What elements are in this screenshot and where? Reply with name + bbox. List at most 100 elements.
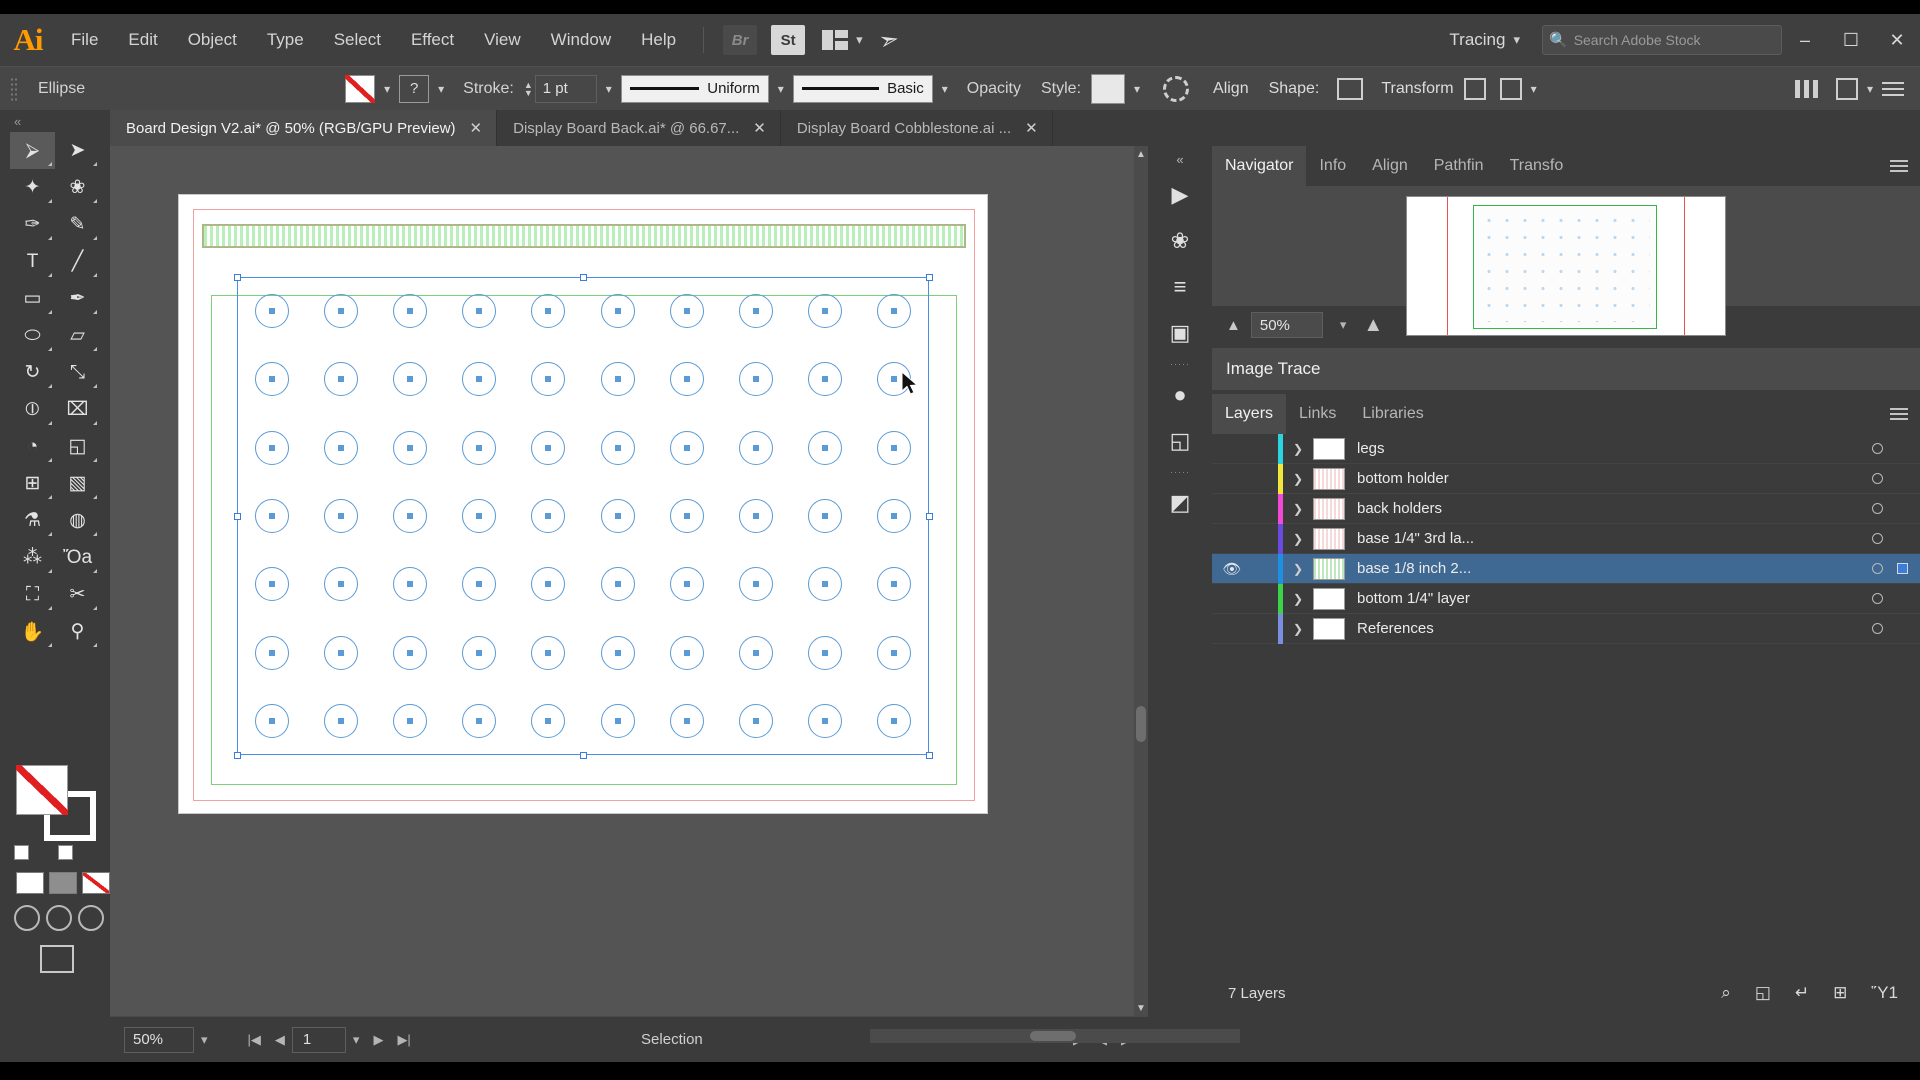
circle-shape[interactable] — [808, 430, 843, 465]
artboard[interactable] — [178, 194, 988, 814]
paintbrush-tool[interactable]: ✒ — [55, 280, 100, 317]
horizontal-scrollbar[interactable] — [870, 1029, 1240, 1043]
chevron-down-icon[interactable]: ▾ — [375, 75, 399, 103]
workspace-switcher[interactable]: Tracing ▾ — [1449, 30, 1520, 50]
circle-shape[interactable] — [254, 499, 289, 533]
circle-shape[interactable] — [393, 567, 427, 602]
navigator-zoom-input[interactable]: 50% — [1250, 312, 1323, 338]
circle-shape[interactable] — [877, 635, 912, 670]
chevron-right-icon[interactable]: ❯ — [1283, 502, 1313, 516]
previous-artboard-icon[interactable]: ◀ — [268, 1032, 292, 1048]
circle-shape[interactable] — [531, 294, 566, 329]
circle-shape[interactable] — [877, 294, 912, 329]
zoom-out-icon[interactable]: ▲ — [1226, 317, 1241, 334]
circle-shape[interactable] — [600, 567, 635, 602]
color-mode[interactable] — [16, 872, 44, 894]
fill-color-swatch[interactable] — [345, 74, 376, 103]
gradient-tool[interactable]: ▧ — [55, 465, 100, 502]
circle-shape[interactable] — [323, 294, 358, 329]
circle-shape[interactable] — [669, 430, 704, 465]
target-indicator-icon[interactable] — [1872, 473, 1883, 484]
chevron-down-icon[interactable]: ▾ — [1333, 317, 1354, 333]
stock-button[interactable]: St — [771, 25, 806, 55]
circle-shape[interactable] — [393, 362, 427, 397]
circle-shape[interactable] — [462, 567, 497, 602]
circle-shape[interactable] — [808, 499, 843, 533]
scroll-thumb[interactable] — [1030, 1031, 1076, 1041]
circle-shape[interactable] — [531, 635, 566, 670]
tab-info[interactable]: Info — [1306, 146, 1359, 186]
tab-layers[interactable]: Layers — [1212, 394, 1287, 434]
artboards-panel-icon[interactable]: ▣ — [1148, 310, 1212, 356]
circle-shape[interactable] — [254, 635, 289, 670]
circle-shape[interactable] — [393, 703, 427, 738]
locate-object-icon[interactable]: ⌕ — [1721, 983, 1731, 1003]
circle-shape[interactable] — [462, 635, 497, 670]
fill-swatch[interactable] — [16, 765, 68, 815]
circle-shape[interactable] — [323, 567, 358, 602]
circle-shape[interactable] — [600, 362, 635, 397]
circle-shape[interactable] — [877, 567, 912, 602]
chevron-down-icon[interactable]: ▾ — [1125, 75, 1149, 103]
canvas-vertical-scrollbar[interactable]: ▲ ▼ — [1134, 146, 1148, 1016]
selection-tool[interactable]: ⮚ — [10, 132, 55, 169]
circle-shape[interactable] — [323, 499, 358, 533]
collapse-panel-icon[interactable]: « — [0, 110, 110, 132]
close-icon[interactable]: ✕ — [1025, 119, 1038, 137]
last-artboard-icon[interactable]: ▶| — [390, 1032, 417, 1048]
mesh-tool[interactable]: ⊞ — [10, 465, 55, 502]
circle-shape[interactable] — [600, 703, 635, 738]
brush-select[interactable]: Basic — [792, 74, 933, 103]
circle-shape[interactable] — [254, 362, 289, 397]
selection-handle[interactable] — [580, 274, 587, 281]
symbol-sprayer-tool[interactable]: ⁂ — [10, 539, 55, 576]
circle-shape[interactable] — [669, 635, 704, 670]
chevron-right-icon[interactable]: ❯ — [1283, 442, 1313, 456]
layer-row[interactable]: ❯ References — [1212, 613, 1920, 644]
circle-shape[interactable] — [600, 499, 635, 533]
circle-shape[interactable] — [739, 635, 773, 670]
selection-panel-icon[interactable]: ▶ — [1148, 172, 1212, 218]
target-indicator-icon[interactable] — [1872, 593, 1883, 604]
circle-shape[interactable] — [808, 567, 843, 602]
isolate-selected-icon[interactable] — [1463, 77, 1486, 100]
layer-row[interactable]: ❯ bottom holder — [1212, 463, 1920, 494]
panel-menu-icon[interactable] — [1890, 160, 1908, 172]
zoom-in-icon[interactable]: ▲ — [1363, 314, 1383, 337]
navigator-thumbnail[interactable] — [1406, 196, 1726, 336]
change-screen-mode[interactable] — [40, 945, 74, 973]
slice-tool[interactable]: ✂ — [55, 576, 100, 613]
none-mode[interactable] — [82, 872, 110, 894]
width-tool[interactable]: ⦶ — [10, 391, 55, 428]
circle-shape[interactable] — [739, 567, 773, 602]
circle-shape[interactable] — [254, 567, 289, 602]
document-canvas[interactable]: ▲ ▼ — [110, 146, 1148, 1016]
selection-handle[interactable] — [234, 752, 241, 759]
free-transform-tool[interactable]: ⌧ — [55, 391, 100, 428]
chevron-right-icon[interactable]: ❯ — [1283, 622, 1313, 636]
circle-shape[interactable] — [600, 430, 635, 465]
circle-shape[interactable] — [808, 635, 843, 670]
menu-file[interactable]: File — [56, 14, 113, 66]
artboard-tool[interactable]: ⛶ — [10, 576, 55, 613]
circle-shape[interactable] — [462, 499, 497, 533]
maximize-button[interactable]: ☐ — [1828, 14, 1874, 66]
layer-row[interactable]: ❯ legs — [1212, 433, 1920, 464]
circle-shape[interactable] — [323, 703, 358, 738]
selection-handle[interactable] — [234, 513, 241, 520]
chevron-down-icon[interactable]: ▾ — [933, 75, 957, 103]
circle-shape[interactable] — [669, 294, 704, 329]
document-tab-1[interactable]: Display Board Back.ai* @ 66.67... ✕ — [497, 110, 781, 146]
close-button[interactable]: ✕ — [1874, 14, 1920, 66]
stroke-profile-select[interactable]: Uniform — [620, 74, 769, 103]
draw-inside-icon[interactable] — [78, 905, 104, 931]
delete-selection-icon[interactable]: Ὕ1 — [1871, 983, 1898, 1003]
image-trace-panel-icon[interactable]: ◩ — [1148, 480, 1212, 526]
menu-select[interactable]: Select — [319, 14, 396, 66]
default-fill-stroke-icon[interactable] — [14, 845, 29, 860]
scroll-down-icon[interactable]: ▼ — [1134, 1000, 1148, 1016]
circle-shape[interactable] — [323, 430, 358, 465]
circle-shape[interactable] — [254, 430, 289, 465]
more-options-icon[interactable] — [1795, 79, 1818, 98]
create-sublayer-icon[interactable]: ↵ — [1795, 983, 1809, 1003]
